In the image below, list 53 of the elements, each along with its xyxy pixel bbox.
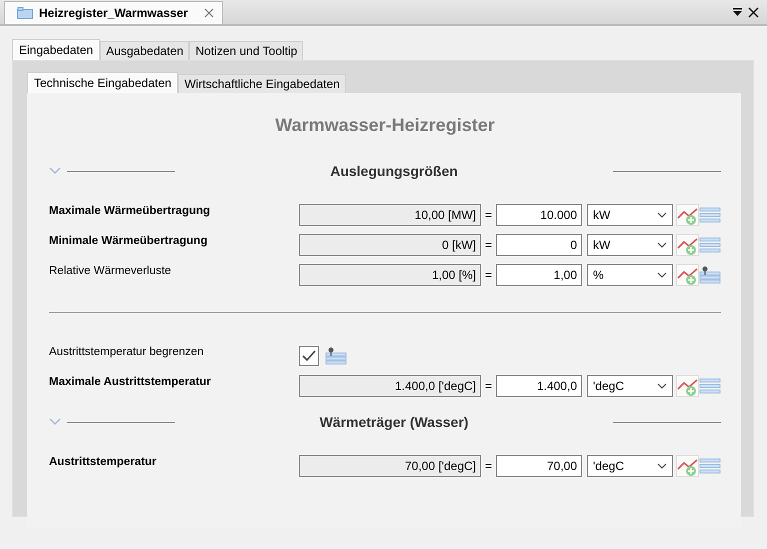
editor-tab[interactable]: Heizregister_Warmwasser <box>4 1 223 24</box>
converted-value-field: 1,00 [%] <box>299 264 481 286</box>
tab[interactable]: Ausgabedaten <box>100 41 190 60</box>
field-label: Maximale Wärmeübertragung <box>49 204 210 217</box>
chevron-down-icon <box>657 383 667 389</box>
folder-icon <box>17 7 33 19</box>
chart-add-icon[interactable] <box>676 455 699 477</box>
checkmark-icon <box>302 350 316 362</box>
unit-dropdown[interactable]: 'degC <box>587 375 673 397</box>
tab[interactable]: Wirtschaftliche Eingabedaten <box>178 74 346 93</box>
unit-dropdown[interactable]: 'degC <box>587 455 673 477</box>
field-label: Minimale Wärmeübertragung <box>49 234 208 247</box>
chart-add-icon[interactable] <box>676 264 699 286</box>
value-input[interactable]: 1,00 <box>496 264 582 286</box>
view-menu-icon[interactable] <box>733 8 742 17</box>
list-icon[interactable] <box>325 347 347 365</box>
chart-add-icon[interactable] <box>676 204 699 226</box>
chart-add-icon[interactable] <box>676 375 699 397</box>
list-icon[interactable] <box>699 266 721 284</box>
field-label: Relative Wärmeverluste <box>49 264 172 277</box>
value-input[interactable]: 1.400,0 <box>496 375 582 397</box>
unit-dropdown[interactable]: % <box>587 264 673 286</box>
tab[interactable]: Eingabedaten <box>12 39 100 60</box>
field-label: Maximale Austrittstemperatur <box>49 375 211 388</box>
equals-sign: = <box>484 208 493 222</box>
tab[interactable]: Technische Eingabedaten <box>27 72 178 93</box>
equals-sign: = <box>484 379 493 393</box>
chevron-down-icon <box>657 272 667 278</box>
equals-sign: = <box>484 459 493 473</box>
chevron-down-icon <box>657 242 667 248</box>
value-input[interactable]: 70,00 <box>496 455 582 477</box>
section-title: Auslegungsgrößen <box>329 163 459 179</box>
converted-value-field: 0 [kW] <box>299 234 481 256</box>
editor-tab-title: Heizregister_Warmwasser <box>39 6 188 20</box>
form-heading: Warmwasser-Heizregister <box>274 114 496 137</box>
chevron-down-icon <box>657 463 667 469</box>
value-input[interactable]: 10.000 <box>496 204 582 226</box>
converted-value-field: 10,00 [MW] <box>299 204 481 226</box>
tab[interactable]: Notizen und Tooltip <box>189 41 304 60</box>
checkbox[interactable] <box>299 346 319 366</box>
chevron-down-icon <box>657 212 667 218</box>
chart-add-icon[interactable] <box>676 234 699 256</box>
field-label: Austrittstemperatur <box>49 455 156 468</box>
equals-sign: = <box>484 268 493 282</box>
converted-value-field: 1.400,0 ['degC] <box>299 375 481 397</box>
unit-dropdown[interactable]: kW <box>587 204 673 226</box>
equals-sign: = <box>484 238 493 252</box>
value-input[interactable]: 0 <box>496 234 582 256</box>
field-label: Austrittstemperatur begrenzen <box>49 345 204 358</box>
converted-value-field: 70,00 ['degC] <box>299 455 481 477</box>
section-title: Wärmeträger (Wasser) <box>318 414 470 430</box>
close-icon[interactable] <box>748 7 759 18</box>
unit-dropdown[interactable]: kW <box>587 234 673 256</box>
